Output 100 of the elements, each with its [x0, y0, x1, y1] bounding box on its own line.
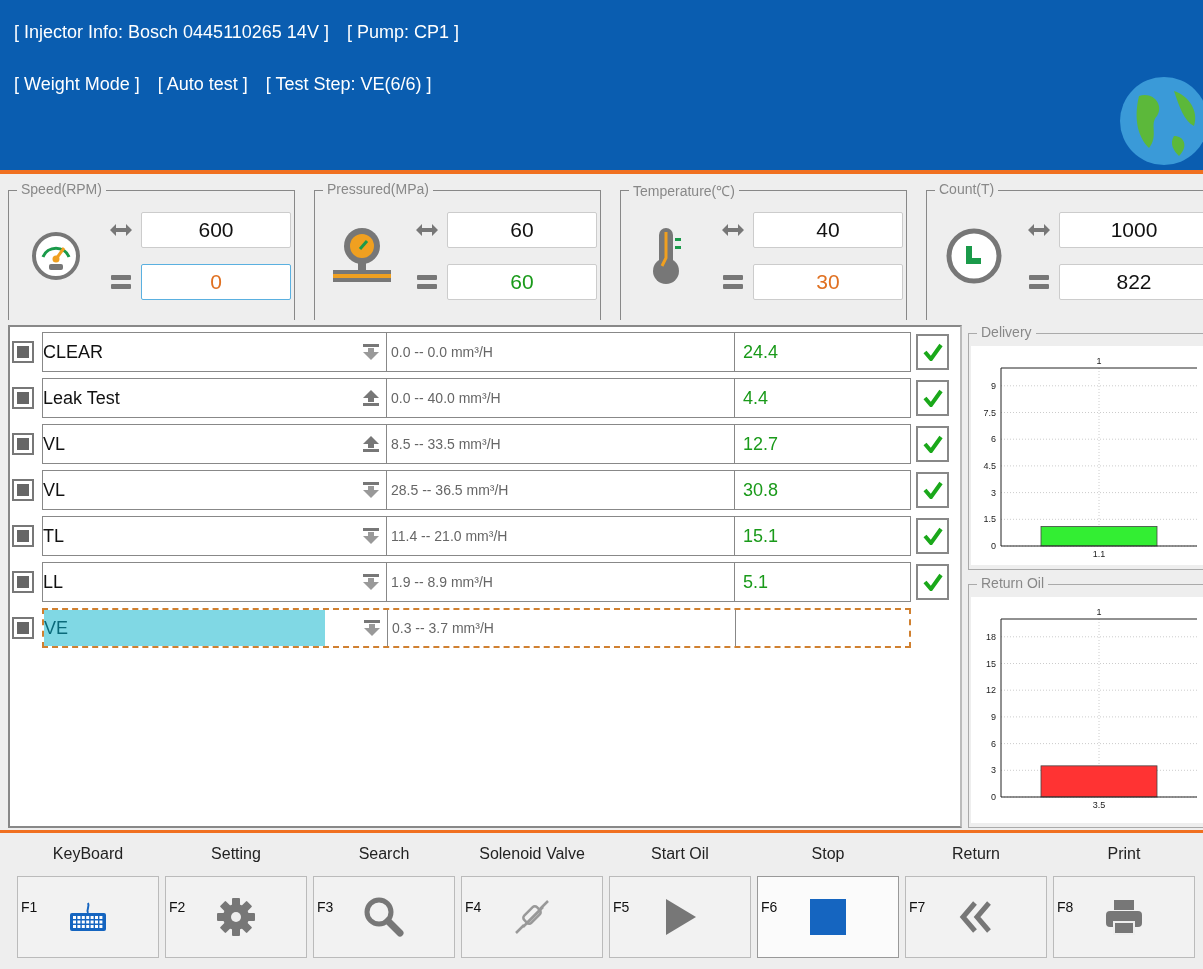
equals-icon [111, 275, 131, 289]
clock-icon [944, 226, 1004, 286]
step-row[interactable]: VE 0.3 -- 3.7 mm³/H [42, 608, 911, 648]
step-checkbox[interactable] [12, 617, 34, 639]
gauge-title: Pressured(MPa) [323, 181, 433, 197]
function-key-button[interactable]: F4 [461, 876, 603, 958]
y-tick-label: 6 [991, 738, 996, 749]
function-key-button[interactable]: F6 [757, 876, 899, 958]
category-label: 1 [1096, 606, 1102, 617]
function-label: Setting [211, 845, 261, 864]
y-tick-label: 3 [991, 487, 996, 498]
step-name: TL [43, 525, 65, 547]
double-arrow-icon [416, 224, 438, 236]
function-key-button[interactable]: F8 [1053, 876, 1195, 958]
target-value-field[interactable]: 1000 [1059, 212, 1203, 248]
actual-value-field[interactable]: 60 [447, 264, 597, 300]
keyboard-icon [68, 901, 108, 933]
function-key-button[interactable]: F5 [609, 876, 751, 958]
function-key-button[interactable]: F1 [17, 876, 159, 958]
info-text: [ Weight Mode ] [14, 74, 140, 95]
step-name: CLEAR [43, 341, 105, 363]
y-tick-label: 9 [991, 711, 996, 722]
y-tick-label: 3 [991, 764, 996, 775]
value-label: 1.1 [1092, 549, 1106, 559]
step-range: 0.0 -- 40.0 mm³/H [387, 379, 735, 417]
step-name: LL [43, 571, 65, 593]
function-label: Stop [811, 845, 845, 864]
step-name: VL [43, 479, 67, 501]
y-tick-label: 4.5 [983, 460, 996, 471]
info-text: [ Auto test ] [157, 74, 248, 95]
value-label: 3.5 [1092, 799, 1106, 810]
y-tick-label: 18 [986, 631, 996, 642]
step-range: 28.5 -- 36.5 mm³/H [387, 471, 735, 509]
step-result: 15.1 [743, 525, 779, 547]
function-label: Search [358, 845, 410, 864]
actual-value-field[interactable]: 822 [1059, 264, 1203, 300]
step-row[interactable]: TL 11.4 -- 21.0 mm³/H 15.1 [42, 516, 911, 556]
gauge-title: Count(T) [935, 181, 999, 197]
step-range: 8.5 -- 33.5 mm³/H [387, 425, 735, 463]
target-value-field[interactable]: 60 [447, 212, 597, 248]
step-checkbox[interactable] [12, 479, 34, 501]
down-arrow-icon [362, 527, 380, 545]
step-checkbox[interactable] [12, 433, 34, 455]
step-checkbox[interactable] [12, 387, 34, 409]
step-result: 24.4 [743, 341, 779, 363]
double-arrow-icon [722, 224, 744, 236]
step-range: 0.3 -- 3.7 mm³/H [388, 610, 736, 646]
step-result: 12.7 [743, 433, 779, 455]
y-tick-label: 9 [991, 380, 996, 391]
up-arrow-icon [362, 389, 380, 407]
function-key-button[interactable]: F7 [905, 876, 1047, 958]
equals-icon [417, 275, 437, 289]
globe-icon [1119, 76, 1203, 166]
info-text: [ Injector Info: Bosch 0445110265 14V ] [14, 22, 329, 43]
step-row[interactable]: LL 1.9 -- 8.9 mm³/H 5.1 [42, 562, 911, 602]
gauge-title: Speed(RPM) [17, 181, 106, 197]
step-range: 11.4 -- 21.0 mm³/H [387, 517, 735, 555]
step-row[interactable]: Leak Test 0.0 -- 40.0 mm³/H 4.4 [42, 378, 911, 418]
stop-icon [810, 899, 846, 935]
gear-icon [216, 897, 256, 937]
chart-title: Return Oil [977, 574, 1049, 591]
step-result: 4.4 [743, 387, 769, 409]
function-label: Return [952, 845, 1000, 864]
step-checkbox[interactable] [12, 341, 34, 363]
step-name: VL [43, 433, 67, 455]
speedometer-icon [31, 231, 81, 281]
y-tick-label: 0 [991, 791, 996, 802]
up-arrow-icon [362, 435, 380, 453]
equals-icon [1029, 275, 1049, 289]
double-chevron-left-icon [958, 900, 994, 934]
function-label: KeyBoard [52, 845, 124, 864]
step-checkbox[interactable] [12, 525, 34, 547]
step-row[interactable]: CLEAR 0.0 -- 0.0 mm³/H 24.4 [42, 332, 911, 372]
step-name: Leak Test [43, 387, 121, 409]
step-checkbox[interactable] [12, 571, 34, 593]
down-arrow-icon [362, 343, 380, 361]
double-arrow-icon [1028, 224, 1050, 236]
step-range: 0.0 -- 0.0 mm³/H [387, 333, 735, 371]
y-tick-label: 15 [986, 658, 996, 669]
target-value-field[interactable]: 40 [753, 212, 903, 248]
function-label: Solenoid Valve [479, 845, 585, 864]
down-arrow-icon [362, 573, 380, 591]
y-tick-label: 1.5 [983, 514, 996, 525]
y-tick-label: 12 [986, 684, 996, 695]
function-key-button[interactable]: F2 [165, 876, 307, 958]
step-row[interactable]: VL 28.5 -- 36.5 mm³/H 30.8 [42, 470, 911, 510]
step-row[interactable]: VL 8.5 -- 33.5 mm³/H 12.7 [42, 424, 911, 464]
target-value-field[interactable]: 600 [141, 212, 291, 248]
printer-icon [1104, 898, 1144, 936]
search-icon [363, 896, 405, 938]
down-arrow-icon [363, 619, 381, 637]
category-label: 1 [1096, 356, 1102, 366]
y-tick-label: 0 [991, 541, 996, 551]
double-arrow-icon [110, 224, 132, 236]
chart-title: Delivery [977, 324, 1036, 340]
equals-icon [723, 275, 743, 289]
function-label: Print [1107, 845, 1141, 864]
function-key-button[interactable]: F3 [313, 876, 455, 958]
info-text: [ Test Step: VE(6/6) ] [265, 74, 432, 95]
y-tick-label: 7.5 [983, 407, 996, 418]
